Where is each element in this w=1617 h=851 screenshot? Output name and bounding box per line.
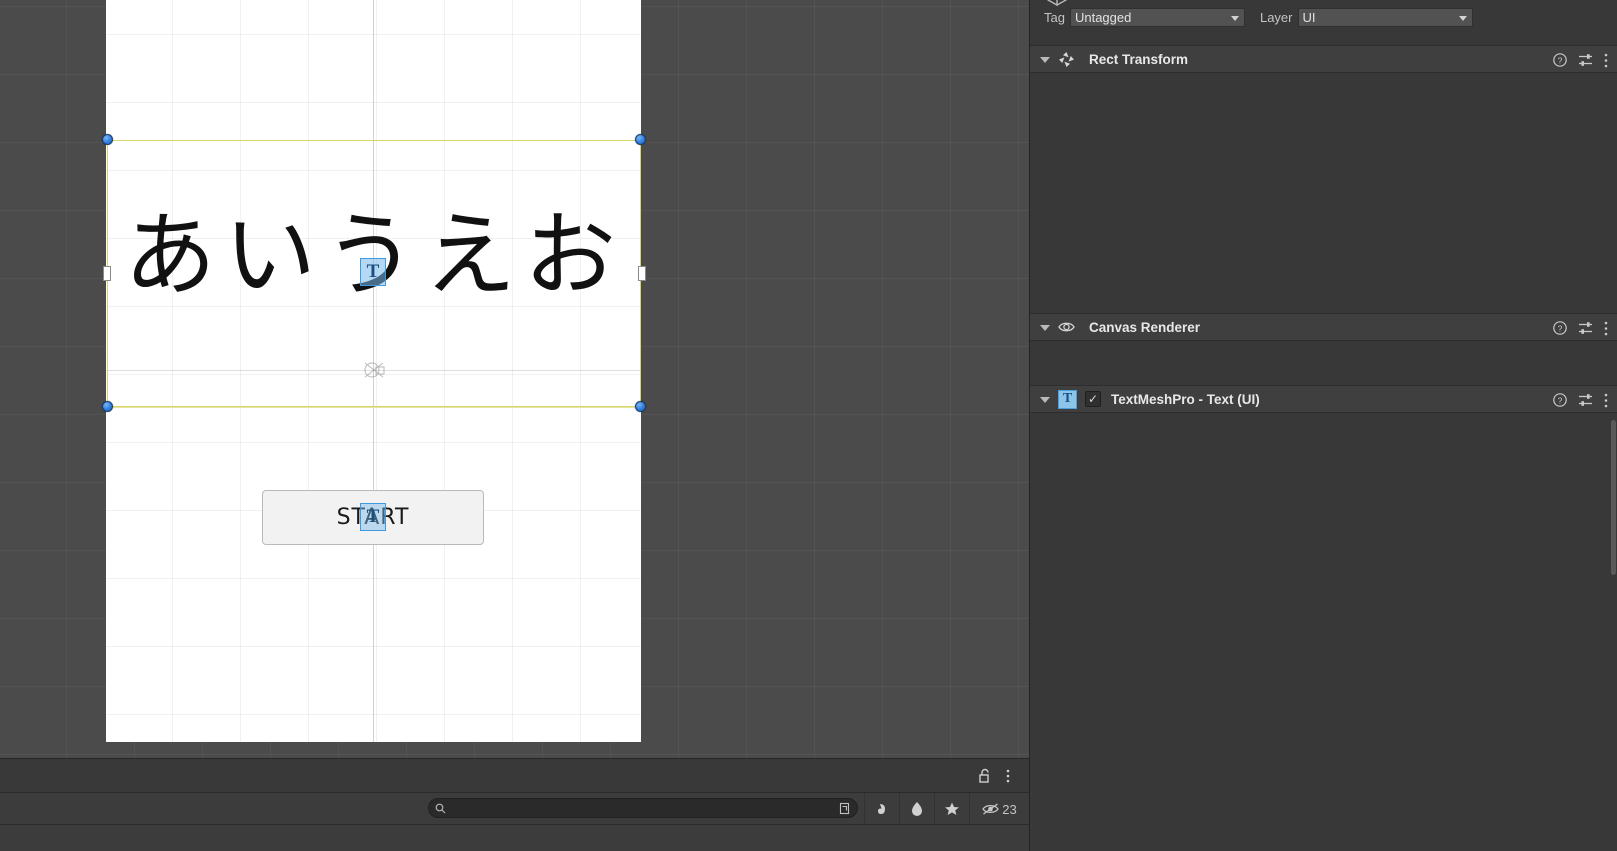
help-icon[interactable]: ?	[1553, 53, 1567, 67]
kebab-menu-icon[interactable]	[1000, 768, 1016, 784]
foldout-arrow-icon[interactable]	[1040, 57, 1050, 63]
tag-layer-row: Tag Untagged Layer UI	[1030, 0, 1617, 35]
search-expand-icon[interactable]	[838, 802, 851, 815]
search-field[interactable]	[428, 798, 858, 818]
tag-dropdown[interactable]: Untagged	[1069, 8, 1245, 27]
font-asset-row: Font Asset	[1030, 648, 1617, 678]
tmp-gizmo-icon[interactable]: T	[360, 258, 386, 286]
pivot-gizmo-icon[interactable]	[358, 355, 390, 385]
audio-toggle-icon[interactable]	[864, 793, 899, 825]
help-icon[interactable]: ?	[1553, 321, 1567, 335]
chevron-down-icon	[1458, 15, 1467, 21]
resize-handle-bottom-left[interactable]	[102, 401, 113, 412]
vertex-color-row: Vertex Color	[1030, 796, 1617, 826]
canvas-renderer-eye-icon	[1058, 322, 1075, 332]
font-style-row: Font Style	[1030, 701, 1617, 731]
foldout-arrow-icon[interactable]	[1040, 397, 1050, 403]
resize-handle-bottom-right[interactable]	[635, 401, 646, 412]
project-panel-strip	[0, 824, 1029, 851]
kebab-menu-icon[interactable]	[1604, 321, 1608, 336]
preset-icon[interactable]	[1578, 53, 1593, 67]
kebab-menu-icon[interactable]	[1604, 53, 1608, 68]
scale-row: Scale	[1030, 281, 1617, 296]
component-header-canvas-renderer[interactable]: Canvas Renderer ?	[1030, 313, 1617, 341]
rotation-row: Rotation	[1030, 253, 1617, 268]
scene-toolbar[interactable]: 23	[0, 792, 1029, 825]
svg-text:?: ?	[1558, 55, 1563, 65]
anchor-line-top	[107, 140, 641, 141]
tmp-component-icon: T	[1058, 389, 1077, 409]
lock-open-icon[interactable]	[978, 768, 992, 784]
search-input[interactable]	[451, 802, 833, 814]
layer-label: Layer	[1259, 10, 1293, 25]
tmp-enabled-checkbox[interactable]: ✓	[1085, 391, 1101, 407]
tag-icon[interactable]	[899, 793, 934, 825]
search-icon	[435, 803, 446, 813]
visibility-toggle[interactable]: 23	[969, 793, 1029, 825]
text-style-row: Text Style	[1030, 588, 1617, 618]
resize-handle-top-left[interactable]	[102, 134, 113, 145]
tag-label: Tag	[1044, 10, 1065, 25]
resize-handle-top-right[interactable]	[635, 134, 646, 145]
start-tmp-gizmo-icon[interactable]: T	[360, 503, 386, 531]
preset-icon[interactable]	[1578, 321, 1593, 335]
inspector-scrollbar[interactable]	[1611, 420, 1616, 575]
anchor-line-bottom	[107, 407, 641, 408]
rect-transform-icon	[1059, 51, 1074, 67]
foldout-arrow-icon[interactable]	[1040, 325, 1050, 331]
svg-text:?: ?	[1558, 323, 1563, 333]
component-header-tmp-text[interactable]: T ✓ TextMeshPro - Text (UI) ?	[1030, 385, 1617, 413]
scene-text-object[interactable]: あいうえお	[107, 210, 641, 302]
inspector-panel[interactable]: Tag Untagged Layer UI Rect Transform ? C…	[1029, 0, 1617, 851]
chevron-down-icon	[1230, 15, 1239, 21]
layer-value: UI	[1302, 10, 1316, 25]
pivot-row: Pivot	[1030, 215, 1617, 230]
auto-size-row[interactable]: Auto Size	[1030, 758, 1617, 788]
tag-value: Untagged	[1074, 10, 1132, 25]
font-size-row: Font Size	[1030, 731, 1617, 761]
canvas-renderer-title: Canvas Renderer	[1089, 319, 1201, 335]
preset-icon[interactable]	[1578, 393, 1593, 407]
component-header-rect-transform[interactable]: Rect Transform ?	[1030, 45, 1617, 73]
tmp-text-title: TextMeshPro - Text (UI)	[1111, 391, 1260, 407]
favorite-icon[interactable]	[934, 793, 969, 825]
layer-dropdown[interactable]: UI	[1297, 8, 1473, 27]
help-icon[interactable]: ?	[1553, 393, 1567, 407]
anchors-foldout-row[interactable]: Anchors	[1030, 187, 1617, 202]
rect-transform-title: Rect Transform	[1089, 51, 1189, 67]
visible-count-label: 23	[1002, 801, 1017, 817]
kebab-menu-icon[interactable]	[1604, 393, 1608, 408]
scene-view[interactable]: あいうえお T START T	[0, 0, 1029, 758]
svg-text:?: ?	[1558, 395, 1563, 405]
scene-status-bar	[0, 758, 1029, 792]
